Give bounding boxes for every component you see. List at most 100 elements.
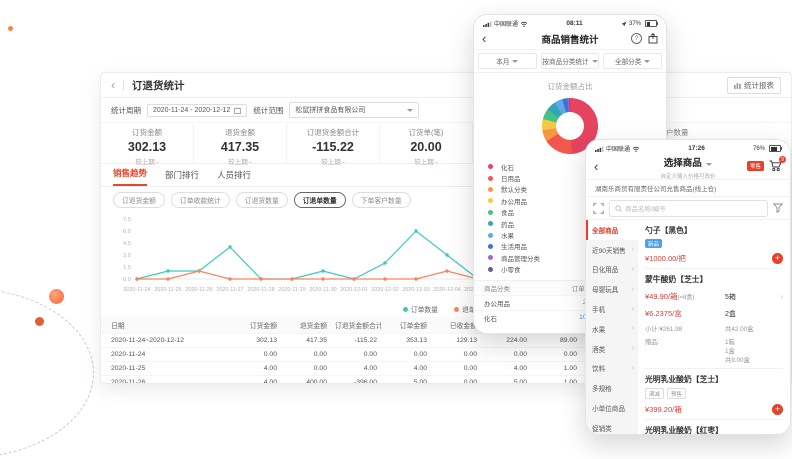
back-icon[interactable]: ‹ bbox=[111, 79, 115, 91]
sidebar-item-9[interactable]: 小单位商品 bbox=[586, 398, 638, 418]
metric-pill-0[interactable]: 订退货金额 bbox=[113, 192, 165, 208]
help-icon[interactable]: ? bbox=[631, 33, 642, 44]
product-item[interactable]: 光明乳业酸奶【芝士】满减预售¥399.20/箱+ bbox=[645, 369, 783, 420]
stat-value: 417.35 bbox=[194, 140, 286, 154]
scan-icon[interactable] bbox=[593, 203, 604, 214]
filter-icon[interactable] bbox=[773, 203, 783, 213]
clock-label: 17:26 bbox=[688, 145, 705, 152]
table-col-3: 订退货金额合计 bbox=[331, 317, 381, 334]
filter-bar: 统计周期 2020-11-24 - 2020-12-12 统计范围 松鼠拼拼食品… bbox=[101, 98, 791, 123]
stat-label: 订货金额 bbox=[101, 127, 193, 138]
sku-price: ¥49.90/箱(=8盒) bbox=[645, 291, 725, 302]
sidebar-item-label: 饮料 bbox=[592, 363, 605, 373]
legend-label: 办公用品 bbox=[501, 196, 527, 206]
battery-label: 37% bbox=[629, 21, 641, 27]
search-placeholder: 商品名称/编号 bbox=[625, 203, 666, 213]
svg-text:2020-11-29: 2020-11-29 bbox=[278, 287, 305, 293]
legend-dot-icon bbox=[488, 176, 493, 181]
sidebar-item-label: 手机 bbox=[592, 304, 605, 314]
tab-2[interactable]: 人员排行 bbox=[217, 169, 251, 186]
metric-pill-1[interactable]: 订单收款统计 bbox=[171, 192, 230, 208]
phone2-navbar: ‹ 选择商品 自定义输入价格可改价 零售 9 bbox=[586, 153, 790, 179]
product-list: 勺子【黑色】新品¥1000.00/把+蒙牛酸奶【芝士】¥49.90/箱(=8盒)… bbox=[638, 220, 790, 435]
metric-pill-4[interactable]: 下单客户数量 bbox=[352, 192, 411, 208]
decor-dot-top-left bbox=[8, 26, 13, 31]
cell: 4.00 bbox=[231, 376, 281, 385]
stat-label: 退货金额 bbox=[194, 127, 286, 138]
sidebar-item-8[interactable]: 多规格 bbox=[586, 378, 638, 398]
sidebar-item-10[interactable]: 促销类 bbox=[586, 418, 638, 435]
sidebar-item-2[interactable]: 日化用品› bbox=[586, 260, 638, 280]
svg-text:6.0: 6.0 bbox=[123, 229, 131, 235]
cart-count-badge: 9 bbox=[779, 156, 786, 163]
metric-pill-3[interactable]: 订退单数量 bbox=[294, 192, 346, 208]
cell: 0.00 bbox=[531, 348, 581, 362]
date-range-input[interactable]: 2020-11-24 - 2020-12-12 bbox=[147, 104, 247, 117]
cell: 1.00 bbox=[531, 362, 581, 376]
filter-category[interactable]: 全部分类 bbox=[603, 53, 662, 69]
cell: 0.00 bbox=[331, 348, 381, 362]
cell: 2020-11-26 bbox=[101, 376, 231, 385]
scope-select[interactable]: 松鼠拼拼食品有限公司 bbox=[289, 102, 419, 118]
sidebar-item-6[interactable]: 酒类› bbox=[586, 339, 638, 359]
canvas: ‹ 订退货统计 统计报表 统计周期 2020-11-24 - 2020-12-1… bbox=[0, 0, 792, 459]
tab-1[interactable]: 部门排行 bbox=[165, 169, 199, 186]
share-icon[interactable] bbox=[648, 33, 658, 44]
add-button[interactable]: + bbox=[772, 253, 783, 264]
sku-row[interactable]: ¥49.90/箱(=8盒)5箱› bbox=[645, 291, 783, 302]
cell: 0.00 bbox=[481, 348, 531, 362]
filter-dimension[interactable]: 按商品分类统计 bbox=[541, 53, 600, 69]
svg-text:2020-11-26: 2020-11-26 bbox=[185, 287, 212, 293]
cart-button[interactable]: 9 bbox=[769, 160, 782, 172]
sidebar-item-label: 母婴玩具 bbox=[592, 284, 618, 294]
metric-pill-2[interactable]: 订退货数量 bbox=[236, 192, 288, 208]
cell: 1.00 bbox=[531, 376, 581, 385]
phone2-subtitle: 自定义输入价格可改价 bbox=[586, 172, 790, 180]
sidebar-item-1[interactable]: 近90天销售› bbox=[586, 240, 638, 260]
product-item[interactable]: 蒙牛酸奶【芝士】¥49.90/箱(=8盒)5箱›¥6.2375/盒2盒小计:¥2… bbox=[645, 269, 783, 369]
sku-qty: 2盒 bbox=[725, 309, 766, 319]
product-item[interactable]: 光明乳业酸奶【红枣】满减预售买赠 bbox=[645, 420, 783, 435]
product-item[interactable]: 勺子【黑色】新品¥1000.00/把+ bbox=[645, 220, 783, 269]
chevron-down-icon bbox=[407, 109, 413, 112]
cell: 129.13 bbox=[431, 334, 481, 348]
category-name: 化石 bbox=[484, 313, 556, 323]
svg-text:2020-12-01: 2020-12-01 bbox=[340, 287, 368, 293]
product-price: ¥1000.00/把 bbox=[645, 253, 686, 264]
stat-value: 302.13 bbox=[101, 140, 193, 154]
sidebar-item-7[interactable]: 饮料› bbox=[586, 359, 638, 379]
search-icon bbox=[615, 205, 622, 212]
legend-label: 水果 bbox=[501, 230, 514, 240]
sidebar-item-3[interactable]: 母婴玩具› bbox=[586, 279, 638, 299]
svg-text:2020-11-25: 2020-11-25 bbox=[154, 287, 181, 293]
stat-compare: 较上期 - bbox=[194, 156, 286, 166]
tab-0[interactable]: 销售趋势 bbox=[113, 167, 147, 186]
cell: 0.00 bbox=[381, 348, 431, 362]
product-name: 勺子【黑色】 bbox=[645, 225, 783, 236]
page-title: 订退货统计 bbox=[132, 78, 185, 93]
search-row: 商品名称/编号 bbox=[586, 197, 790, 219]
sidebar-item-0[interactable]: 全部商品 bbox=[586, 220, 638, 240]
legend-dot-icon bbox=[488, 198, 493, 203]
sidebar-item-4[interactable]: 手机 › bbox=[586, 299, 638, 319]
sidebar-item-label: 日化用品 bbox=[592, 264, 618, 274]
filter-period[interactable]: 本月 bbox=[478, 53, 537, 69]
chevron-right-icon: › bbox=[632, 306, 634, 313]
search-input[interactable]: 商品名称/编号 bbox=[609, 200, 768, 217]
report-button[interactable]: 统计报表 bbox=[727, 77, 781, 94]
stat-card: 订退货金额合计-115.22较上期 - bbox=[287, 123, 380, 163]
table-col-0: 日期 bbox=[101, 317, 231, 334]
signal-icon bbox=[595, 146, 604, 152]
stat-card: 退货金额 417.35 较上期 - bbox=[194, 123, 287, 163]
sidebar-item-5[interactable]: 水果› bbox=[586, 319, 638, 339]
svg-text:0.0: 0.0 bbox=[123, 277, 131, 283]
notice-bar: 湖南乐商贸有限责任公司允售商品(线上仓) bbox=[586, 179, 790, 197]
table-col-4: 订单金额 bbox=[381, 317, 431, 334]
svg-text:7.5: 7.5 bbox=[123, 217, 131, 223]
product-name: 光明乳业酸奶【红枣】 bbox=[645, 425, 783, 435]
sidebar-item-label: 多规格 bbox=[592, 383, 612, 393]
add-button[interactable]: + bbox=[772, 404, 783, 415]
subtotal-label: 小计:¥261.98 bbox=[645, 324, 682, 333]
legend-dot-icon bbox=[488, 221, 493, 226]
subtotal-row: 小计:¥261.98共42.00盒 bbox=[645, 324, 783, 333]
